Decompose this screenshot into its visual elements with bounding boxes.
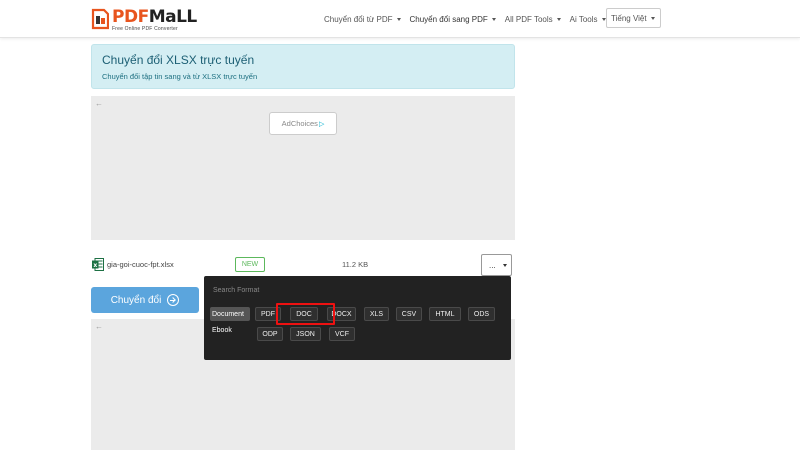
- pdfmall-logo[interactable]: PDFMaLL Free Online PDF Converter: [91, 8, 197, 32]
- format-option-csv[interactable]: CSV: [396, 307, 422, 321]
- nav-item-label: Chuyển đổi từ PDF: [324, 14, 393, 24]
- format-option-json[interactable]: JSON: [290, 327, 321, 341]
- caret-down-icon: [601, 17, 606, 21]
- nav-convert-to-pdf[interactable]: Chuyển đổi sang PDF: [410, 15, 496, 24]
- nav-convert-from-pdf[interactable]: Chuyển đổi từ PDF: [324, 15, 401, 24]
- adchoices-icon: ▷: [318, 120, 325, 128]
- convert-button-label: Chuyển đổi: [110, 294, 162, 306]
- convert-button[interactable]: Chuyển đổi: [91, 287, 199, 313]
- format-option-html[interactable]: HTML: [429, 307, 461, 321]
- nav-item-label: All PDF Tools: [504, 14, 553, 24]
- format-select-value: ...: [489, 260, 496, 270]
- nav-all-pdf-tools[interactable]: All PDF Tools: [505, 15, 561, 24]
- category-document[interactable]: Document: [210, 307, 250, 321]
- format-search-input[interactable]: Search Format: [213, 287, 259, 294]
- adchoices-button[interactable]: AdChoices ▷: [269, 112, 337, 135]
- page-title: Chuyển đổi XLSX trực tuyến: [102, 53, 255, 67]
- ad-back-arrow-icon[interactable]: ←: [95, 99, 103, 108]
- category-ebook[interactable]: Ebook: [210, 323, 250, 337]
- logo-mall-text: MaLL: [148, 7, 198, 27]
- caret-down-icon: [503, 264, 507, 267]
- new-badge: NEW: [235, 257, 265, 272]
- page-header-banner: Chuyển đổi XLSX trực tuyến Chuyển đổi tậ…: [91, 44, 515, 89]
- nav-ai-tools[interactable]: Ai Tools: [570, 15, 606, 24]
- doc-highlight-annotation: [276, 303, 335, 325]
- caret-down-icon: [396, 17, 401, 21]
- top-navbar: PDFMaLL Free Online PDF Converter Chuyển…: [0, 0, 800, 38]
- excel-file-icon: x: [92, 258, 104, 271]
- format-option-vcf[interactable]: VCF: [329, 327, 355, 341]
- logo-pdf-text: PDF: [112, 7, 149, 27]
- nav-item-label: Ai Tools: [569, 14, 598, 24]
- svg-text:x: x: [93, 262, 97, 269]
- caret-down-icon: [556, 17, 561, 21]
- format-dropdown: Search Format Document Ebook PDF DOC DOC…: [204, 276, 511, 360]
- language-select[interactable]: Tiếng Việt: [606, 8, 661, 28]
- ad-back-arrow-icon[interactable]: ←: [95, 322, 103, 331]
- target-format-select[interactable]: ...: [481, 254, 512, 276]
- caret-down-icon: [651, 17, 655, 20]
- format-option-odp[interactable]: ODP: [257, 327, 283, 341]
- format-option-ods[interactable]: ODS: [468, 307, 495, 321]
- arrow-right-circle-icon: [167, 294, 180, 306]
- format-option-xls[interactable]: XLS: [364, 307, 389, 321]
- file-row: x gia-goi-cuoc-fpt.xlsx NEW 11.2 KB ...: [91, 252, 515, 276]
- logo-icon: [91, 8, 110, 30]
- file-size: 11.2 KB: [342, 260, 369, 269]
- file-name: gia-goi-cuoc-fpt.xlsx: [107, 260, 174, 269]
- language-value: Tiếng Việt: [611, 13, 647, 23]
- adchoices-label: AdChoices: [281, 119, 318, 128]
- nav-item-label: Chuyển đổi sang PDF: [409, 14, 488, 24]
- caret-down-icon: [491, 17, 496, 21]
- page-subtitle: Chuyển đổi tập tin sang và từ XLSX trực …: [102, 72, 258, 81]
